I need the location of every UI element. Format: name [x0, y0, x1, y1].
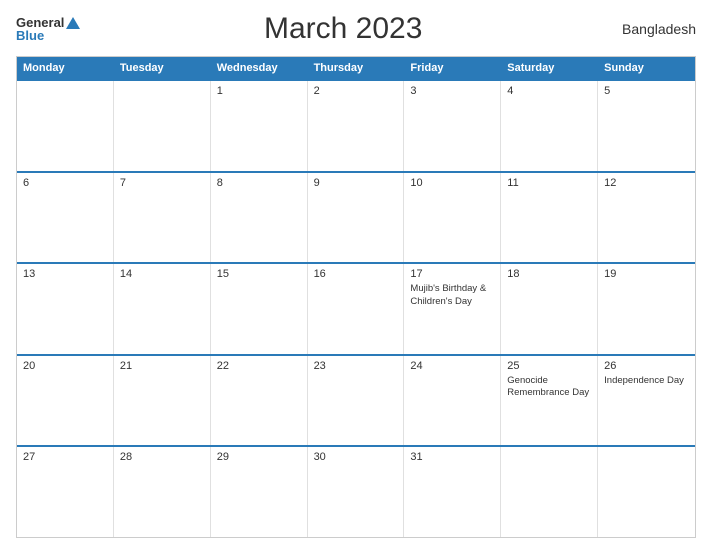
logo: General Blue	[16, 16, 80, 42]
cell-w2-tue: 7	[114, 173, 211, 263]
cell-w4-tue: 21	[114, 356, 211, 446]
cell-w4-sat: 25 Genocide Remembrance Day	[501, 356, 598, 446]
cell-w1-sun: 5	[598, 81, 695, 171]
cell-w2-sun: 12	[598, 173, 695, 263]
week-3: 13 14 15 16 17 Mujib's Birthday & Childr…	[17, 262, 695, 354]
cell-w3-fri: 17 Mujib's Birthday & Children's Day	[404, 264, 501, 354]
cell-w3-mon: 13	[17, 264, 114, 354]
logo-blue-text: Blue	[16, 29, 44, 42]
col-tuesday: Tuesday	[114, 57, 211, 79]
country-label: Bangladesh	[606, 21, 696, 37]
event-independence: Independence Day	[604, 375, 689, 387]
cell-w2-thu: 9	[308, 173, 405, 263]
cell-w2-fri: 10	[404, 173, 501, 263]
col-wednesday: Wednesday	[211, 57, 308, 79]
cell-w2-wed: 8	[211, 173, 308, 263]
cell-w5-thu: 30	[308, 447, 405, 537]
event-genocide: Genocide Remembrance Day	[507, 375, 591, 400]
col-thursday: Thursday	[308, 57, 405, 79]
cell-w2-sat: 11	[501, 173, 598, 263]
cell-w1-tue	[114, 81, 211, 171]
cell-w5-tue: 28	[114, 447, 211, 537]
week-4: 20 21 22 23 24 25 Genocide Remembrance D…	[17, 354, 695, 446]
cell-w4-sun: 26 Independence Day	[598, 356, 695, 446]
cell-w5-sun	[598, 447, 695, 537]
cell-w3-tue: 14	[114, 264, 211, 354]
cell-w1-wed: 1	[211, 81, 308, 171]
cell-w2-mon: 6	[17, 173, 114, 263]
calendar: Monday Tuesday Wednesday Thursday Friday…	[16, 56, 696, 538]
week-5: 27 28 29 30 31	[17, 445, 695, 537]
cell-w4-mon: 20	[17, 356, 114, 446]
col-friday: Friday	[404, 57, 501, 79]
calendar-header: Monday Tuesday Wednesday Thursday Friday…	[17, 57, 695, 79]
cell-w3-sat: 18	[501, 264, 598, 354]
cell-w1-mon	[17, 81, 114, 171]
cell-w4-thu: 23	[308, 356, 405, 446]
cell-w5-sat	[501, 447, 598, 537]
event-mujib: Mujib's Birthday & Children's Day	[410, 283, 494, 308]
page: General Blue March 2023 Bangladesh Monda…	[0, 0, 712, 550]
calendar-title: March 2023	[80, 12, 606, 46]
cell-w3-wed: 15	[211, 264, 308, 354]
cell-w5-wed: 29	[211, 447, 308, 537]
cell-w4-fri: 24	[404, 356, 501, 446]
cell-w3-thu: 16	[308, 264, 405, 354]
calendar-body: 1 2 3 4 5 6 7 8 9 10 11 12 13 14 15	[17, 79, 695, 537]
col-monday: Monday	[17, 57, 114, 79]
col-sunday: Sunday	[598, 57, 695, 79]
col-saturday: Saturday	[501, 57, 598, 79]
cell-w5-fri: 31	[404, 447, 501, 537]
week-2: 6 7 8 9 10 11 12	[17, 171, 695, 263]
cell-w3-sun: 19	[598, 264, 695, 354]
week-1: 1 2 3 4 5	[17, 79, 695, 171]
cell-w1-thu: 2	[308, 81, 405, 171]
cell-w1-sat: 4	[501, 81, 598, 171]
cell-w4-wed: 22	[211, 356, 308, 446]
cell-w1-fri: 3	[404, 81, 501, 171]
logo-triangle-icon	[66, 17, 80, 29]
cell-w5-mon: 27	[17, 447, 114, 537]
header: General Blue March 2023 Bangladesh	[16, 12, 696, 46]
